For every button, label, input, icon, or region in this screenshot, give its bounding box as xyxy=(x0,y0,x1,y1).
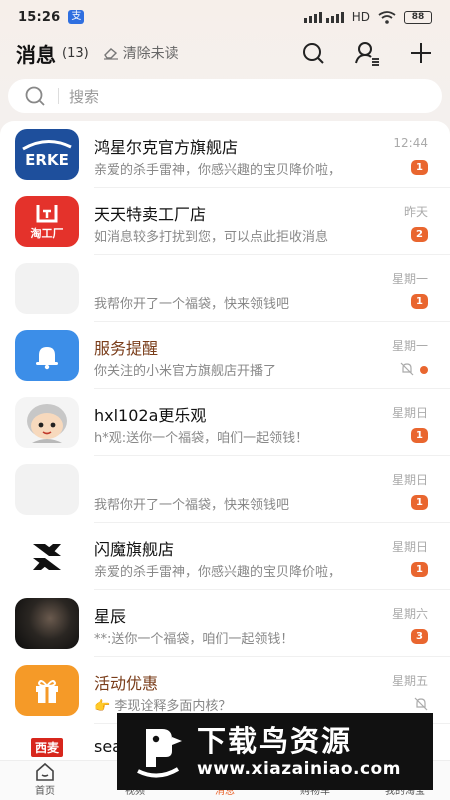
shanmo-avatar xyxy=(15,531,79,582)
search-input[interactable]: 搜索 xyxy=(69,86,99,107)
conversation-time: 星期日 xyxy=(391,540,428,554)
home-icon xyxy=(36,762,54,781)
conversation-preview: 如消息较多打扰到您，可以点此拒收消息 xyxy=(94,230,329,245)
wifi-icon xyxy=(378,10,396,24)
promotion-avatar xyxy=(15,665,79,716)
add-button[interactable] xyxy=(408,40,434,66)
conversation-time: 星期一 xyxy=(391,339,428,353)
conversation-preview: 你关注的小米官方旗舰店开播了 xyxy=(94,364,277,379)
watermark-url: www.xiazainiao.com xyxy=(197,758,401,779)
user-avatar xyxy=(15,397,79,448)
battery-indicator: 88 xyxy=(404,10,432,24)
conversation-name: 活动优惠 xyxy=(94,674,159,693)
conversation-time: 星期六 xyxy=(391,607,428,621)
unread-badge: 1 xyxy=(411,562,428,577)
conversation-name: 服务提醒 xyxy=(94,339,159,358)
ximai-logo-text: 西麦 xyxy=(30,738,63,757)
conversation-name: 闪魔旗舰店 xyxy=(94,540,175,559)
clear-unread-button[interactable]: 清除未读 xyxy=(103,43,179,63)
cartoon-avatar-icon xyxy=(27,403,67,443)
conversation-preview: h*观:送你一个福袋，咱们一起领钱！ xyxy=(94,431,309,446)
conversation-row[interactable]: ERKE 鸿星尔克官方旗舰店 亲爱的杀手雷神，你感兴趣的宝贝降价啦， 12:44… xyxy=(0,121,450,188)
conversation-row[interactable]: 闪魔旗舰店 亲爱的杀手雷神，你感兴趣的宝贝降价啦， 星期日 1 xyxy=(0,523,450,590)
conversation-row[interactable]: 星辰 **:送你一个福袋，咱们一起领钱！ 星期六 3 xyxy=(0,590,450,657)
watermark-banner: 下载鸟资源 www.xiazainiao.com xyxy=(117,713,433,790)
status-bar: 15:26 支 HD 88 xyxy=(0,0,450,34)
tab-home[interactable]: 首页 xyxy=(0,761,90,800)
conversation-row[interactable]: hxl102a更乐观 h*观:送你一个福袋，咱们一起领钱！ 星期日 1 xyxy=(0,389,450,456)
search-icon xyxy=(25,86,45,106)
blank-avatar xyxy=(15,464,79,515)
header-actions xyxy=(300,40,434,66)
ximai-avatar: 西麦 xyxy=(15,732,79,760)
conversation-preview: 我帮你开了一个福袋，快来领钱吧 xyxy=(94,297,290,312)
service-reminder-avatar xyxy=(15,330,79,381)
conversation-time: 星期日 xyxy=(391,473,428,487)
conversation-name: 天天特卖工厂店 xyxy=(94,205,207,224)
bell-icon xyxy=(36,346,58,369)
network-label: HD xyxy=(351,10,370,24)
unread-badge: 1 xyxy=(411,428,428,443)
bird-logo-icon xyxy=(127,721,189,783)
shanmo-logo-icon xyxy=(33,543,61,570)
gift-icon xyxy=(36,679,58,703)
photo-avatar xyxy=(15,598,79,649)
conversation-name: hxl102a更乐观 xyxy=(94,406,207,425)
conversation-preview: 我帮你开了一个福袋，快来领钱吧 xyxy=(94,498,290,513)
taogongchang-logo-icon xyxy=(36,204,58,222)
erke-avatar: ERKE xyxy=(15,129,79,180)
erke-logo-text: ERKE xyxy=(25,151,69,169)
contacts-icon xyxy=(355,42,379,66)
conversation-time: 12:44 xyxy=(393,136,428,150)
conversation-preview: 亲爱的杀手雷神，你感兴趣的宝贝降价啦， xyxy=(94,163,342,178)
alipay-notification-icon: 支 xyxy=(68,10,85,24)
page-title: 消息 xyxy=(16,42,56,67)
conversation-row[interactable]: 我帮你开了一个福袋，快来领钱吧 星期日 1 xyxy=(0,456,450,523)
unread-badge: 1 xyxy=(411,294,428,309)
conversation-name: 鸿星尔克官方旗舰店 xyxy=(94,138,239,157)
blank-avatar xyxy=(15,263,79,314)
clear-unread-label: 清除未读 xyxy=(122,46,179,62)
unread-badge: 1 xyxy=(411,160,428,175)
watermark-title: 下载鸟资源 xyxy=(197,723,353,758)
conversation-time: 星期一 xyxy=(391,272,428,286)
conversation-time: 昨天 xyxy=(403,205,428,219)
taogongchang-avatar: 淘工厂 xyxy=(15,196,79,247)
conversation-row[interactable]: 服务提醒 你关注的小米官方旗舰店开播了 星期一 xyxy=(0,322,450,389)
conversation-row[interactable]: 淘工厂 天天特卖工厂店 如消息较多打扰到您，可以点此拒收消息 昨天 2 xyxy=(0,188,450,255)
search-bar[interactable]: 搜索 xyxy=(8,79,442,113)
unread-badge: 3 xyxy=(411,629,428,644)
search-divider xyxy=(58,88,59,104)
unread-dot xyxy=(420,366,428,374)
search-icon xyxy=(303,43,324,64)
conversation-preview: 亲爱的杀手雷神，你感兴趣的宝贝降价啦， xyxy=(94,565,342,580)
message-count: (13) xyxy=(62,45,89,61)
conversation-time: 星期日 xyxy=(391,406,428,420)
conversation-time: 星期五 xyxy=(391,674,428,688)
messages-header: 消息 (13) 清除未读 xyxy=(0,34,450,72)
taogongchang-label: 淘工厂 xyxy=(30,226,64,240)
conversation-name: 星辰 xyxy=(94,607,127,626)
tab-label: 首页 xyxy=(35,786,55,797)
signal-icon xyxy=(303,12,344,23)
conversation-list: ERKE 鸿星尔克官方旗舰店 亲爱的杀手雷神，你感兴趣的宝贝降价啦， 12:44… xyxy=(0,121,450,760)
mute-icon xyxy=(400,362,414,376)
status-time: 15:26 xyxy=(18,9,61,25)
mute-icon xyxy=(414,697,428,711)
unread-badge: 1 xyxy=(411,495,428,510)
plus-icon xyxy=(411,43,431,63)
contacts-button[interactable] xyxy=(354,40,380,66)
search-button[interactable] xyxy=(300,40,326,66)
eraser-icon xyxy=(103,48,118,60)
unread-badge: 2 xyxy=(411,227,428,242)
conversation-preview: **:送你一个福袋，咱们一起领钱！ xyxy=(94,632,294,647)
conversation-row[interactable]: 我帮你开了一个福袋，快来领钱吧 星期一 1 xyxy=(0,255,450,322)
conversation-preview: 👉 李现诠释多面内核？ xyxy=(94,699,232,714)
status-indicators: HD 88 xyxy=(303,10,432,24)
